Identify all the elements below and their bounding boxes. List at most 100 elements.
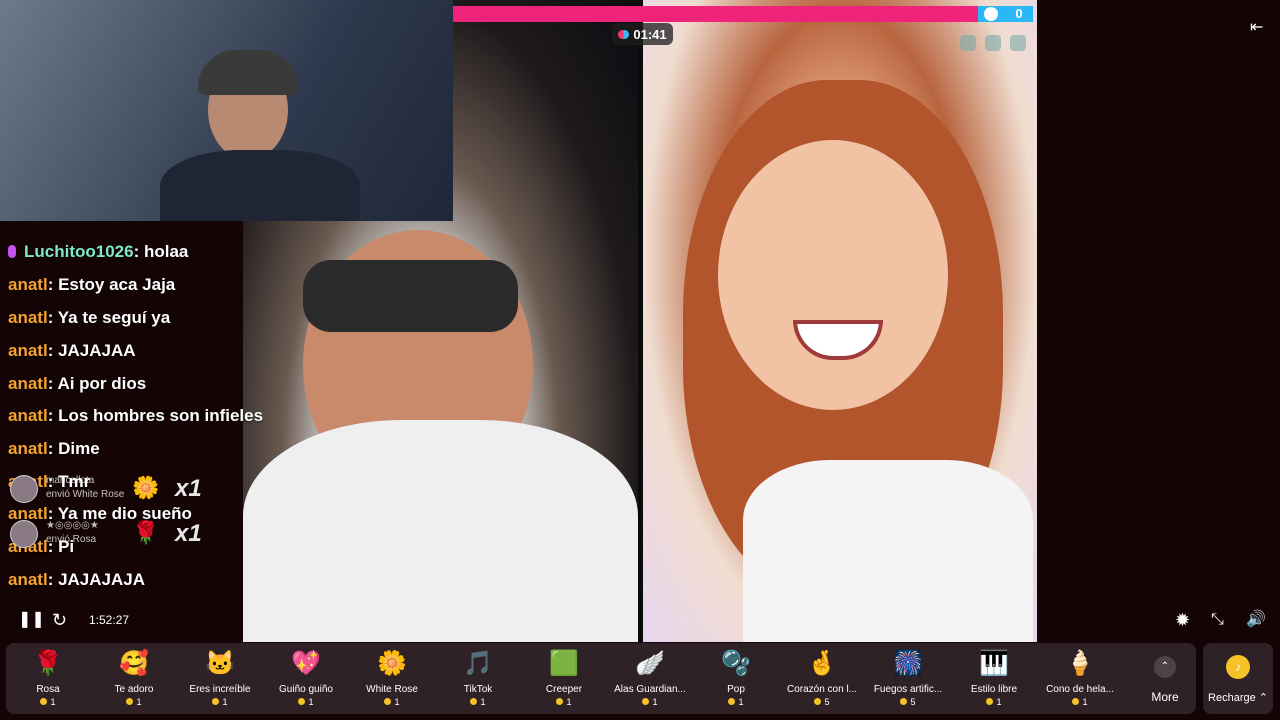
battle-timer: 01:41 xyxy=(612,23,673,45)
gift-item-creeper[interactable]: 🟩 Creeper 1 xyxy=(522,643,606,714)
chat-text: : Dime xyxy=(47,439,100,458)
refresh-icon[interactable]: ↻ xyxy=(52,606,67,634)
gift-price: 1 xyxy=(350,697,434,707)
gift-item-te-adoro[interactable]: 🥰 Te adoro 1 xyxy=(92,643,176,714)
gift-price: 1 xyxy=(952,697,1036,707)
gift-item-corazon[interactable]: 🤞 Corazón con l... 5 xyxy=(780,643,864,714)
gift-label: TikTok xyxy=(463,684,493,695)
gift-item-rosa[interactable]: 🌹 Rosa 1 xyxy=(6,643,90,714)
chat-text: : Los hombres son infieles xyxy=(47,406,264,425)
settings-icon[interactable]: ✹ xyxy=(1175,606,1190,634)
rose-icon: 🌹 xyxy=(33,650,63,677)
chat-username[interactable]: anatl xyxy=(8,406,48,425)
seat-icon[interactable] xyxy=(960,35,976,51)
keyboard-icon: 🎹 xyxy=(979,650,1009,677)
gift-price: 1 xyxy=(6,697,90,707)
gift-label: Pop xyxy=(727,684,745,695)
chat-username[interactable]: anatl xyxy=(8,570,48,589)
ice-cream-icon: 🍦 xyxy=(1065,650,1095,677)
gift-label: Estilo libre xyxy=(970,684,1018,695)
coin-icon xyxy=(986,698,994,705)
gift-label: Te adoro xyxy=(114,684,154,695)
gift-item-alas-guardian[interactable]: 🪽 Alas Guardian... 1 xyxy=(608,643,692,714)
chat-username[interactable]: anatl xyxy=(8,374,48,393)
coin-icon xyxy=(728,698,736,705)
battle-timer-text: 01:41 xyxy=(633,26,667,42)
avatar[interactable] xyxy=(10,520,38,548)
tiktok-coin-icon: ♪ xyxy=(1226,655,1250,679)
gift-label: Alas Guardian... xyxy=(614,684,686,695)
gift-item-guino-guino[interactable]: 💖 Guiño guiño 1 xyxy=(264,643,348,714)
gift-item-white-rose[interactable]: 🌼 White Rose 1 xyxy=(350,643,434,714)
chat-text: : Ya te seguí ya xyxy=(47,308,171,327)
gift-price: 1 xyxy=(522,697,606,707)
collapse-panel-icon[interactable]: ⇤ xyxy=(1250,17,1263,37)
gift-sent-text: envió White Rose xyxy=(46,489,125,500)
chat-message: anatl: JAJAJAA xyxy=(8,341,136,361)
coin-icon xyxy=(384,698,392,705)
gift-notification: maricellota envió White Rose 🌼 x1 xyxy=(10,473,210,503)
streamer-webcam[interactable] xyxy=(0,0,453,221)
chat-message: Luchitoo1026: holaa xyxy=(8,242,188,262)
gift-item-eres-increible[interactable]: 🐱 Eres increíble 1 xyxy=(178,643,262,714)
coin-icon xyxy=(212,698,220,705)
exit-fullscreen-icon[interactable]: ⤡ xyxy=(1211,606,1224,634)
chat-username[interactable]: anatl xyxy=(8,341,48,360)
chat-username[interactable]: anatl xyxy=(8,308,48,327)
coin-icon xyxy=(1072,698,1080,705)
streamer-figure xyxy=(160,40,360,221)
coin-icon xyxy=(900,698,908,705)
gift-label: Eres increíble xyxy=(189,684,251,695)
pause-icon[interactable]: ❚❚ xyxy=(18,606,45,634)
chat-message: anatl: Los hombres son infieles xyxy=(8,406,263,426)
chat-message: anatl: Ya te seguí ya xyxy=(8,308,170,328)
gift-price: 1 xyxy=(178,697,262,707)
chat-message: anatl: Estoy aca Jaja xyxy=(8,275,175,295)
seat-icon[interactable] xyxy=(1010,35,1026,51)
chat-username[interactable]: anatl xyxy=(8,275,48,294)
white-rose-icon: 🌼 xyxy=(377,650,407,677)
chat-message: anatl: Ai por dios xyxy=(8,374,146,394)
more-label: More xyxy=(1151,690,1179,704)
gift-item-cono-helado[interactable]: 🍦 Cono de hela... 1 xyxy=(1038,643,1122,714)
gift-label: Creeper xyxy=(545,684,583,695)
gift-item-estilo-libre[interactable]: 🎹 Estilo libre 1 xyxy=(952,643,1036,714)
gift-price: 1 xyxy=(92,697,176,707)
coin-icon xyxy=(642,698,650,705)
gift-bar: 🌹 Rosa 1 🥰 Te adoro 1 🐱 Eres increíble 1 💖 Guiñ… xyxy=(6,643,1196,714)
sunglasses xyxy=(303,260,518,332)
avatar[interactable] xyxy=(10,475,38,503)
gift-item-fuegos[interactable]: 🎆 Fuegos artific... 5 xyxy=(866,643,950,714)
guest-video-right[interactable] xyxy=(643,0,1037,642)
coin-icon xyxy=(814,698,822,705)
fireworks-icon: 🎆 xyxy=(893,650,923,677)
recharge-button[interactable]: ♪ Recharge ⌃ xyxy=(1203,643,1273,714)
gift-sender-name: maricellota xyxy=(46,475,95,486)
battle-score: 0 xyxy=(1015,6,1023,21)
chat-username[interactable]: Luchitoo1026 xyxy=(24,242,134,261)
gift-item-pop[interactable]: 🫧 Pop 1 xyxy=(694,643,778,714)
gift-label: Corazón con l... xyxy=(786,684,858,695)
battle-progress-bar xyxy=(453,6,1033,22)
gift-price: 1 xyxy=(264,697,348,707)
chat-message: anatl: JAJAJAJA xyxy=(8,570,145,590)
volume-icon[interactable]: 🔊 xyxy=(1246,606,1266,634)
battle-timer-icon xyxy=(618,29,630,39)
heart-face-icon: 🥰 xyxy=(119,650,149,677)
coin-icon xyxy=(556,698,564,705)
chat-text: : Ai por dios xyxy=(47,374,147,393)
battle-icon xyxy=(984,7,998,21)
gift-item-tiktok[interactable]: 🎵 TikTok 1 xyxy=(436,643,520,714)
guest-face xyxy=(718,140,948,410)
bubble-icon: 🫧 xyxy=(721,650,751,677)
gift-price: 1 xyxy=(608,697,692,707)
coin-icon xyxy=(40,698,48,705)
gift-price: 5 xyxy=(866,697,950,707)
white-rose-icon: 🌼 xyxy=(132,475,160,500)
gift-label: White Rose xyxy=(366,684,418,695)
chat-username[interactable]: anatl xyxy=(8,439,48,458)
seat-icon[interactable] xyxy=(985,35,1001,51)
player-controls: ❚❚ ↻ 1:52:27 ✹ ⤡ 🔊 xyxy=(0,606,1280,636)
chat-text: : JAJAJAJA xyxy=(47,570,145,589)
more-gifts-button[interactable]: ⌃ More xyxy=(1134,643,1196,714)
